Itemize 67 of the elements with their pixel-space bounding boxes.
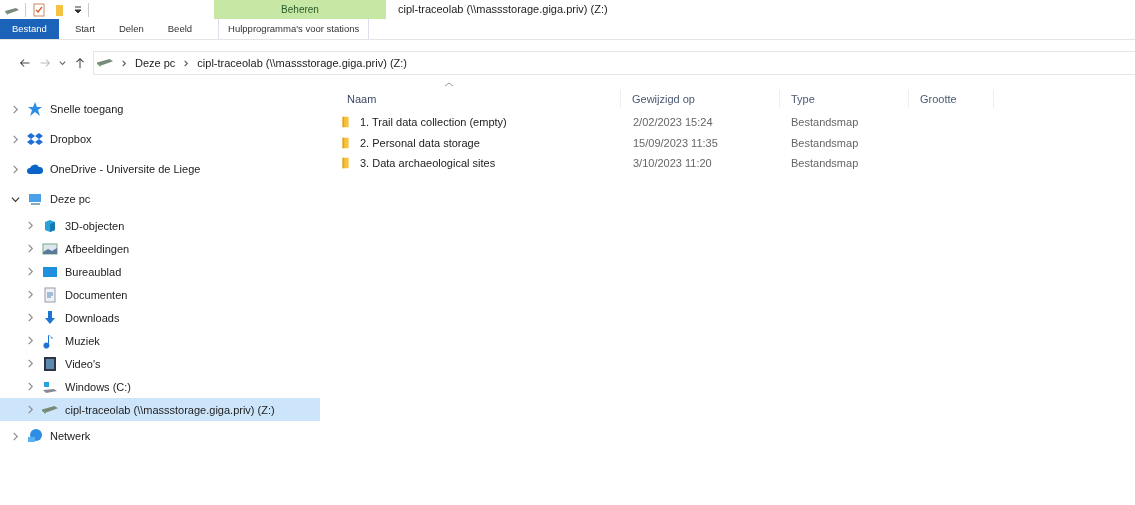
column-header[interactable]: Naam <box>336 90 621 108</box>
tree-item[interactable]: Documenten <box>0 283 320 306</box>
table-cell-text: Bestandsmap <box>790 116 860 129</box>
chevron-right-icon <box>11 164 20 174</box>
table-cell-text: 2/02/2023 15:24 <box>632 116 714 129</box>
tree-item[interactable]: Afbeeldingen <box>0 237 320 260</box>
dropbox-icon <box>27 131 43 147</box>
tree-item[interactable]: Downloads <box>0 306 320 329</box>
pictures-icon <box>42 240 58 257</box>
chevron-right-icon <box>26 244 35 253</box>
chevron-right-icon <box>11 431 20 441</box>
video-icon <box>42 355 58 372</box>
table-cell-text: 3/10/2023 11:20 <box>632 157 713 170</box>
tree-item[interactable]: Dropbox <box>0 124 320 154</box>
drive-icon <box>42 405 58 414</box>
checklist-icon[interactable] <box>31 1 47 18</box>
up-arrow-icon[interactable] <box>73 56 87 70</box>
chevron-right-icon <box>26 359 35 368</box>
table-cell-text: Bestandsmap <box>790 136 860 149</box>
chevron-down-icon <box>11 194 20 204</box>
file-menu-button[interactable]: Bestand <box>0 19 59 39</box>
file-row-name[interactable]: 1. Trail data collection (empty) <box>339 115 622 130</box>
file-row-name[interactable]: 3. Data archaeological sites <box>339 156 622 171</box>
chevron-right-icon <box>26 313 35 322</box>
column-header[interactable]: Gewijzigd op <box>621 90 780 108</box>
dropdown-icon[interactable] <box>73 4 83 15</box>
tree-item[interactable]: Netwerk <box>0 421 320 451</box>
table-cell-text: Bestandsmap <box>790 157 860 170</box>
window-title: cipl-traceolab (\\massstorage.giga.priv) (Z:) <box>397 2 608 17</box>
chevron-right-icon <box>26 336 35 345</box>
ribbon-tab[interactable]: Start <box>62 19 107 39</box>
drive-icon <box>97 59 113 67</box>
chevron-right-icon <box>26 290 35 299</box>
chevron-right-icon <box>120 58 128 68</box>
cube-icon <box>42 217 58 234</box>
table-cell-text: 15/09/2023 11:35 <box>632 136 719 149</box>
download-icon <box>42 309 58 326</box>
chevron-right-icon <box>26 405 35 414</box>
tree-item[interactable]: OneDrive - Universite de Liege <box>0 154 320 184</box>
chevron-right-icon <box>11 134 20 144</box>
pc-icon <box>27 191 43 207</box>
column-header[interactable]: Type <box>780 90 909 108</box>
file-row-name[interactable]: 2. Personal data storage <box>339 135 622 150</box>
tree-item[interactable]: 3D-objecten <box>0 214 320 237</box>
chevron-right-icon <box>26 221 35 230</box>
ribbon-tab[interactable]: Beeld <box>155 19 205 39</box>
tree-item[interactable]: Muziek <box>0 329 320 352</box>
context-group-label: Beheren <box>214 0 386 19</box>
chevron-right-icon <box>182 58 191 68</box>
tree-item[interactable]: Bureaublad <box>0 260 320 283</box>
chevron-down-icon[interactable] <box>58 58 67 68</box>
document-icon <box>42 286 58 303</box>
back-icon[interactable] <box>18 56 32 70</box>
address-bar[interactable]: Deze pc cipl-traceolab (\\massstorage.giga.priv) (Z:) <box>93 51 1135 75</box>
breadcrumb[interactable]: Deze pc <box>135 57 176 69</box>
column-header[interactable]: Grootte <box>909 90 994 108</box>
tree-item[interactable]: Deze pc <box>0 184 320 214</box>
chevron-right-icon <box>26 382 35 391</box>
ribbon-tab[interactable]: Delen <box>106 19 156 39</box>
star-icon <box>27 101 43 117</box>
tree-item[interactable]: Windows (C:) <box>0 375 320 398</box>
breadcrumb[interactable]: cipl-traceolab (\\massstorage.giga.priv) (Z:) <box>197 57 408 69</box>
tree-item[interactable]: Snelle toegang <box>0 94 320 124</box>
chevron-right-icon <box>26 267 35 276</box>
chevron-right-icon <box>11 104 20 114</box>
tree-item[interactable]: Video's <box>0 352 320 375</box>
tree-item[interactable]: cipl-traceolab (\\massstorage.giga.priv) (Z:) <box>0 398 320 421</box>
